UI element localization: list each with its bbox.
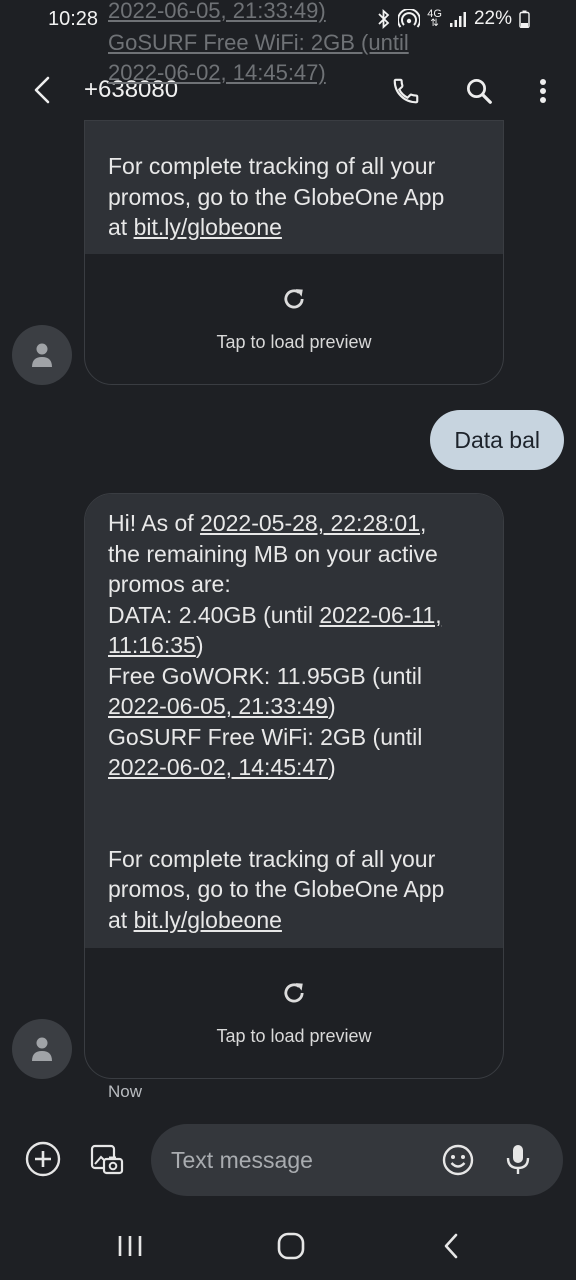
scrolled-text-line: GoSURF Free WiFi: 2GB (until	[108, 30, 409, 55]
avatar[interactable]	[12, 325, 72, 385]
avatar[interactable]	[12, 1019, 72, 1079]
gallery-camera-icon[interactable]	[86, 1138, 128, 1180]
more-vert-icon[interactable]	[522, 70, 564, 112]
home-icon[interactable]	[266, 1226, 316, 1266]
link-preview[interactable]: Tap to load preview	[85, 254, 503, 384]
message-body: For complete tracking of all your promos…	[85, 121, 503, 254]
system-nav-bar	[0, 1212, 576, 1280]
scrolled-text-line: 2022-06-02, 14:45:47)	[108, 60, 326, 85]
nav-back-icon[interactable]	[426, 1226, 476, 1266]
link-preview[interactable]: Tap to load preview	[85, 948, 503, 1078]
message-body: Hi! As of 2022-05-28, 22:28:01, the rema…	[85, 494, 503, 948]
refresh-icon	[280, 979, 308, 1012]
network-type: 4G ⇅	[427, 8, 442, 29]
status-bar: 2022-06-05, 21:33:49) GoSURF Free WiFi: …	[0, 0, 576, 85]
message-input[interactable]	[171, 1142, 431, 1178]
message-thread[interactable]: For complete tracking of all your promos…	[0, 0, 576, 1110]
bluetooth-icon	[377, 9, 391, 29]
scrolled-text-line: 2022-06-05, 21:33:49)	[108, 0, 326, 23]
refresh-icon	[280, 285, 308, 318]
status-time: 10:28	[48, 8, 99, 30]
message-link[interactable]: bit.ly/globeone	[134, 907, 282, 933]
phone-icon[interactable]	[385, 70, 427, 112]
message-body: Data bal	[454, 426, 540, 453]
add-circle-icon[interactable]	[22, 1138, 64, 1180]
hotspot-icon	[398, 9, 421, 29]
preview-label: Tap to load preview	[216, 1026, 372, 1046]
message-link[interactable]: bit.ly/globeone	[134, 214, 282, 240]
compose-bar	[0, 1122, 576, 1198]
message-timestamp: Now	[108, 1082, 143, 1101]
emoji-icon[interactable]	[437, 1139, 479, 1181]
outgoing-message[interactable]: Data bal	[430, 410, 564, 470]
mic-icon[interactable]	[497, 1139, 539, 1181]
recents-icon[interactable]	[105, 1226, 155, 1266]
status-icons: 4G ⇅ 22%	[377, 8, 530, 30]
message-input-container	[151, 1124, 563, 1196]
back-arrow-icon[interactable]	[22, 70, 62, 110]
preview-label: Tap to load preview	[216, 332, 372, 352]
person-icon	[32, 343, 52, 367]
search-icon[interactable]	[458, 70, 500, 112]
incoming-message[interactable]: Hi! As of 2022-05-28, 22:28:01, the rema…	[84, 493, 504, 1079]
battery-icon	[519, 10, 530, 28]
battery-percent: 22%	[473, 8, 512, 29]
signal-icon	[449, 10, 467, 28]
person-icon	[32, 1037, 52, 1061]
incoming-message[interactable]: For complete tracking of all your promos…	[84, 120, 504, 385]
